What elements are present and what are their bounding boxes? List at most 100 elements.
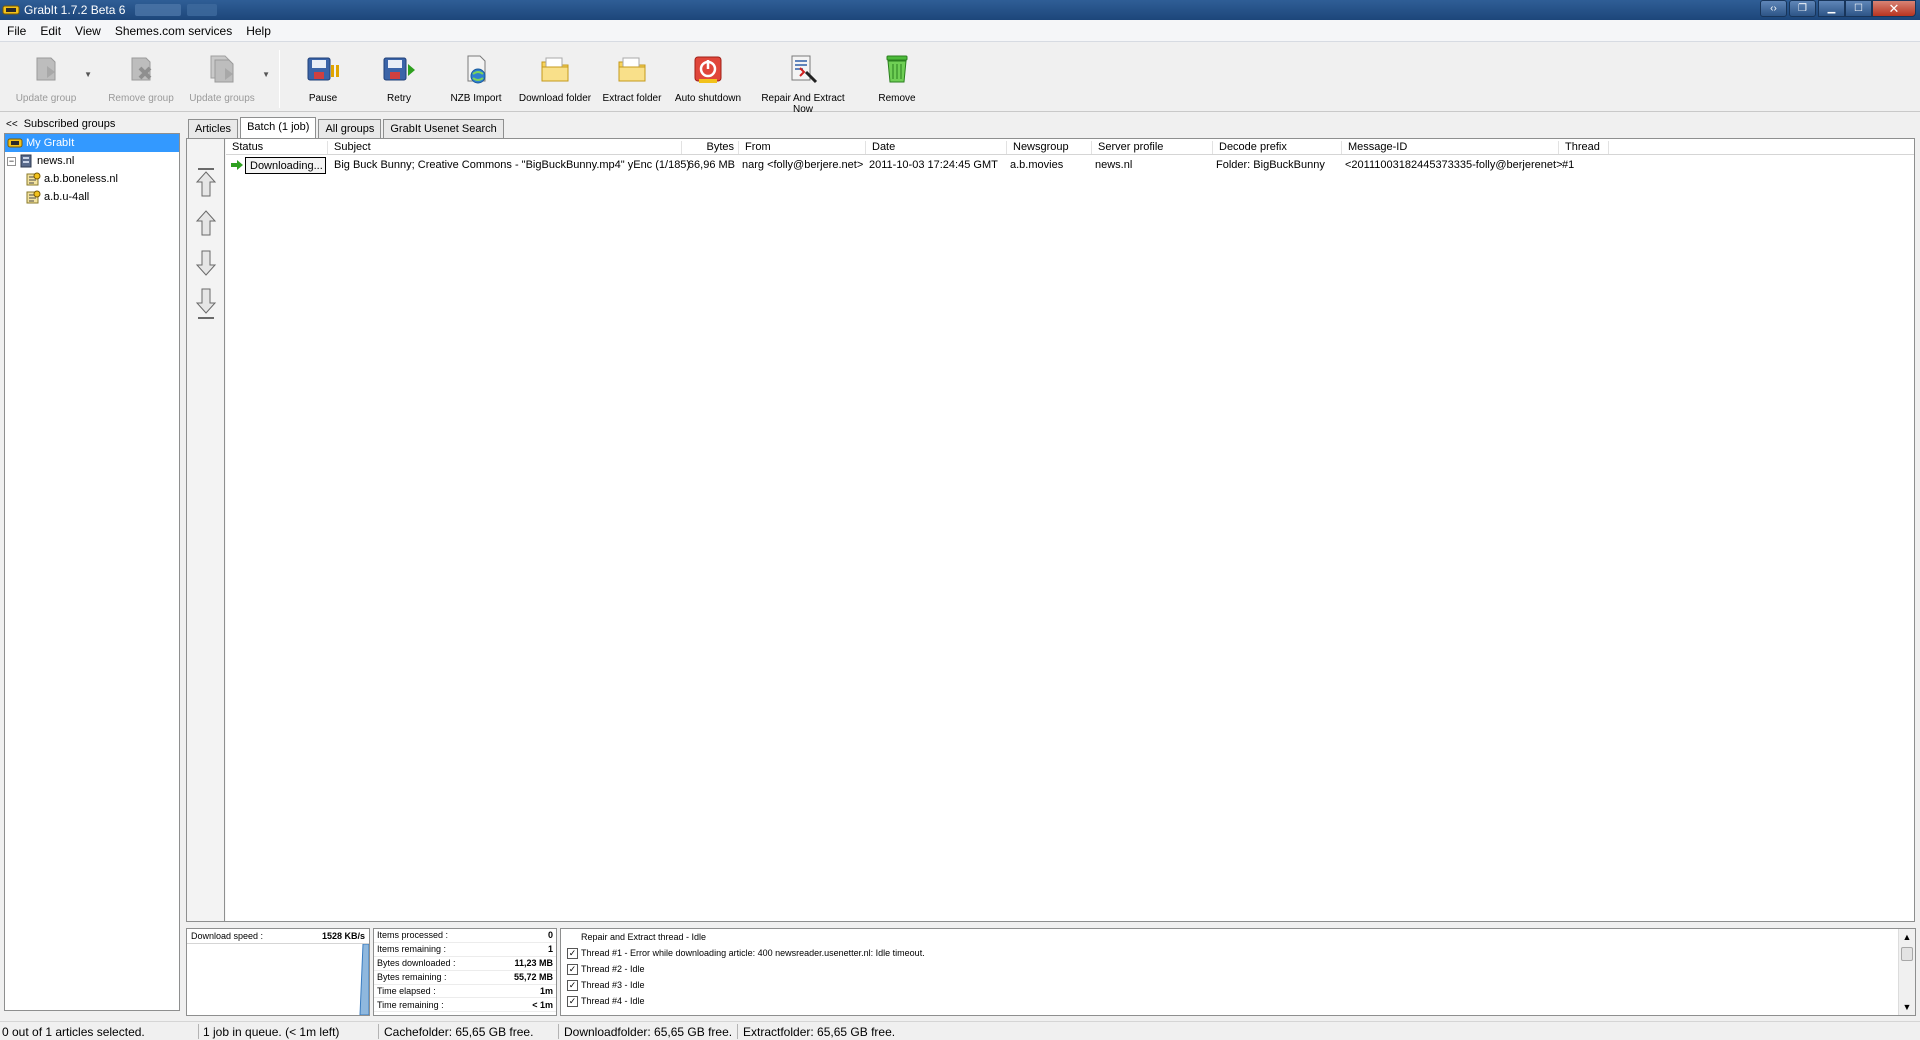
speed-value: 1528 KB/s xyxy=(321,931,365,941)
downloading-arrow-icon xyxy=(231,160,243,170)
move-to-bottom-icon[interactable] xyxy=(195,285,217,321)
trash-icon xyxy=(886,55,908,83)
chevron-down-icon[interactable]: ▼ xyxy=(84,70,92,79)
queue-move-toolbar xyxy=(187,139,225,921)
thread-row: ✓ Thread #2 - Idle xyxy=(567,963,645,975)
retry-button[interactable]: Retry xyxy=(374,52,424,104)
update-group-button[interactable]: Update group ▼ xyxy=(14,52,92,104)
column-header-newsgroup[interactable]: Newsgroup xyxy=(1007,141,1092,154)
move-down-icon[interactable] xyxy=(195,245,217,281)
stat-row: Bytes downloaded :11,23 MB xyxy=(374,957,556,971)
move-up-icon[interactable] xyxy=(195,205,217,241)
stat-row: Items remaining :1 xyxy=(374,943,556,957)
column-header-date[interactable]: Date xyxy=(866,141,1007,154)
nzb-import-button[interactable]: NZB Import xyxy=(446,52,506,104)
menu-edit[interactable]: Edit xyxy=(33,24,68,38)
column-header-status[interactable]: Status xyxy=(226,141,328,154)
thread-row: ✓ Thread #4 - Idle xyxy=(567,995,645,1007)
menu-help[interactable]: Help xyxy=(239,24,278,38)
menu-shemes-services[interactable]: Shemes.com services xyxy=(108,24,239,38)
column-header-bytes[interactable]: Bytes xyxy=(682,141,739,154)
newsgroup-cell: a.b.movies xyxy=(1010,159,1064,171)
thread-checkbox[interactable]: ✓ xyxy=(567,995,578,1007)
status-separator xyxy=(737,1024,738,1039)
repair-extract-button[interactable]: Repair And Extract Now xyxy=(750,52,856,115)
grid-header: Status Subject Bytes From Date Newsgroup… xyxy=(226,139,1914,155)
maximize-button[interactable]: ☐ xyxy=(1845,0,1872,17)
speed-graph xyxy=(359,944,369,1015)
tree-item-group[interactable]: a.b.u-4all xyxy=(5,188,179,206)
extractfolder-status: Extractfolder: 65,65 GB free. xyxy=(743,1025,896,1039)
column-header-from[interactable]: From xyxy=(739,141,866,154)
menu-file[interactable]: File xyxy=(0,24,33,38)
thread-row: ✓ Thread #3 - Idle xyxy=(567,979,645,991)
table-row[interactable]: Downloading... Big Buck Bunny; Creative … xyxy=(226,156,1914,174)
tree-item-news-nl[interactable]: − news.nl xyxy=(5,152,179,170)
title-bar: GrabIt 1.7.2 Beta 6 ‹› ❐ ▁ ☐ ✕ xyxy=(0,0,1920,20)
window-title: GrabIt 1.7.2 Beta 6 xyxy=(24,3,126,17)
thread-row: Repair and Extract thread - Idle xyxy=(581,932,707,942)
power-icon xyxy=(694,56,722,83)
status-cell: Downloading... xyxy=(245,157,326,174)
column-header-message-id[interactable]: Message-ID xyxy=(1342,141,1559,154)
chevron-down-icon[interactable]: ▼ xyxy=(262,70,270,79)
menu-view[interactable]: View xyxy=(68,24,108,38)
tab-batch[interactable]: Batch (1 job) xyxy=(240,117,317,138)
scroll-thumb[interactable] xyxy=(1901,947,1913,961)
extract-folder-button[interactable]: Extract folder xyxy=(598,52,666,104)
thread-checkbox[interactable]: ✓ xyxy=(567,947,578,959)
panel-title: Subscribed groups xyxy=(23,118,116,130)
toolbar-separator xyxy=(279,50,280,108)
server-icon xyxy=(20,154,32,168)
queue-status: 1 job in queue. (< 1m left) xyxy=(203,1025,340,1039)
thread-checkbox[interactable]: ✓ xyxy=(567,963,578,975)
nzb-import-icon xyxy=(467,55,486,84)
threads-scrollbar[interactable]: ▲ ▼ xyxy=(1898,929,1915,1015)
selection-status: 0 out of 1 articles selected. xyxy=(2,1025,145,1039)
scroll-up-icon[interactable]: ▲ xyxy=(1899,929,1915,945)
pause-button[interactable]: Pause xyxy=(298,52,348,104)
threads-panel: Repair and Extract thread - Idle ✓ Threa… xyxy=(560,928,1916,1016)
column-header-thread[interactable]: Thread xyxy=(1559,141,1609,154)
remove-group-button[interactable]: Remove group xyxy=(106,52,176,104)
tree-item-my-grabit[interactable]: My GrabIt xyxy=(5,134,179,152)
folder-icon xyxy=(618,57,646,82)
status-bar: 0 out of 1 articles selected. 1 job in q… xyxy=(0,1021,1920,1040)
subscribed-groups-panel: << Subscribed groups My GrabIt − news.nl… xyxy=(4,116,180,1016)
tab-all-groups[interactable]: All groups xyxy=(318,119,382,138)
collapse-toggle[interactable]: − xyxy=(7,156,16,166)
collapse-panel-button[interactable]: << xyxy=(6,119,18,130)
speed-label: Download speed : xyxy=(191,931,264,941)
tree-item-group[interactable]: a.b.boneless.nl xyxy=(5,170,179,188)
message-id-cell: <20111003182445373335-folly@berjerenet> xyxy=(1345,159,1563,171)
date-cell: 2011-10-03 17:24:45 GMT xyxy=(869,159,998,171)
transfer-stats-panel: Items processed :0 Items remaining :1 By… xyxy=(373,928,557,1016)
column-header-decode-prefix[interactable]: Decode prefix xyxy=(1213,141,1342,154)
minimize-button[interactable]: ▁ xyxy=(1818,0,1845,17)
folder-icon xyxy=(541,57,569,82)
from-cell: narg <folly@berjere.net> xyxy=(742,159,864,171)
status-separator xyxy=(378,1024,379,1039)
thread-checkbox[interactable]: ✓ xyxy=(567,979,578,991)
stat-row: Time remaining : < 1m xyxy=(374,998,556,1013)
status-separator xyxy=(558,1024,559,1039)
column-header-server-profile[interactable]: Server profile xyxy=(1092,141,1213,154)
restore-small-button[interactable]: ❐ xyxy=(1789,0,1816,17)
aero-button[interactable]: ‹› xyxy=(1760,0,1787,17)
tab-usenet-search[interactable]: GrabIt Usenet Search xyxy=(383,119,504,138)
stat-row: Items processed :0 xyxy=(374,929,556,943)
close-button[interactable]: ✕ xyxy=(1872,0,1916,17)
download-speed-panel: Download speed : 1528 KB/s xyxy=(186,928,370,1016)
remove-button[interactable]: Remove xyxy=(872,52,922,104)
tab-strip: Articles Batch (1 job) All groups GrabIt… xyxy=(188,117,506,138)
column-header-subject[interactable]: Subject xyxy=(328,141,682,154)
batch-grid: Status Subject Bytes From Date Newsgroup… xyxy=(226,139,1914,921)
blurred-tab xyxy=(187,4,218,16)
move-to-top-icon[interactable] xyxy=(195,166,217,202)
tab-articles[interactable]: Articles xyxy=(188,119,239,138)
scroll-down-icon[interactable]: ▼ xyxy=(1899,999,1915,1015)
update-groups-button[interactable]: Update groups ▼ xyxy=(188,52,270,104)
auto-shutdown-button[interactable]: Auto shutdown xyxy=(674,52,742,104)
download-folder-button[interactable]: Download folder xyxy=(518,52,592,104)
retry-icon xyxy=(383,57,415,81)
